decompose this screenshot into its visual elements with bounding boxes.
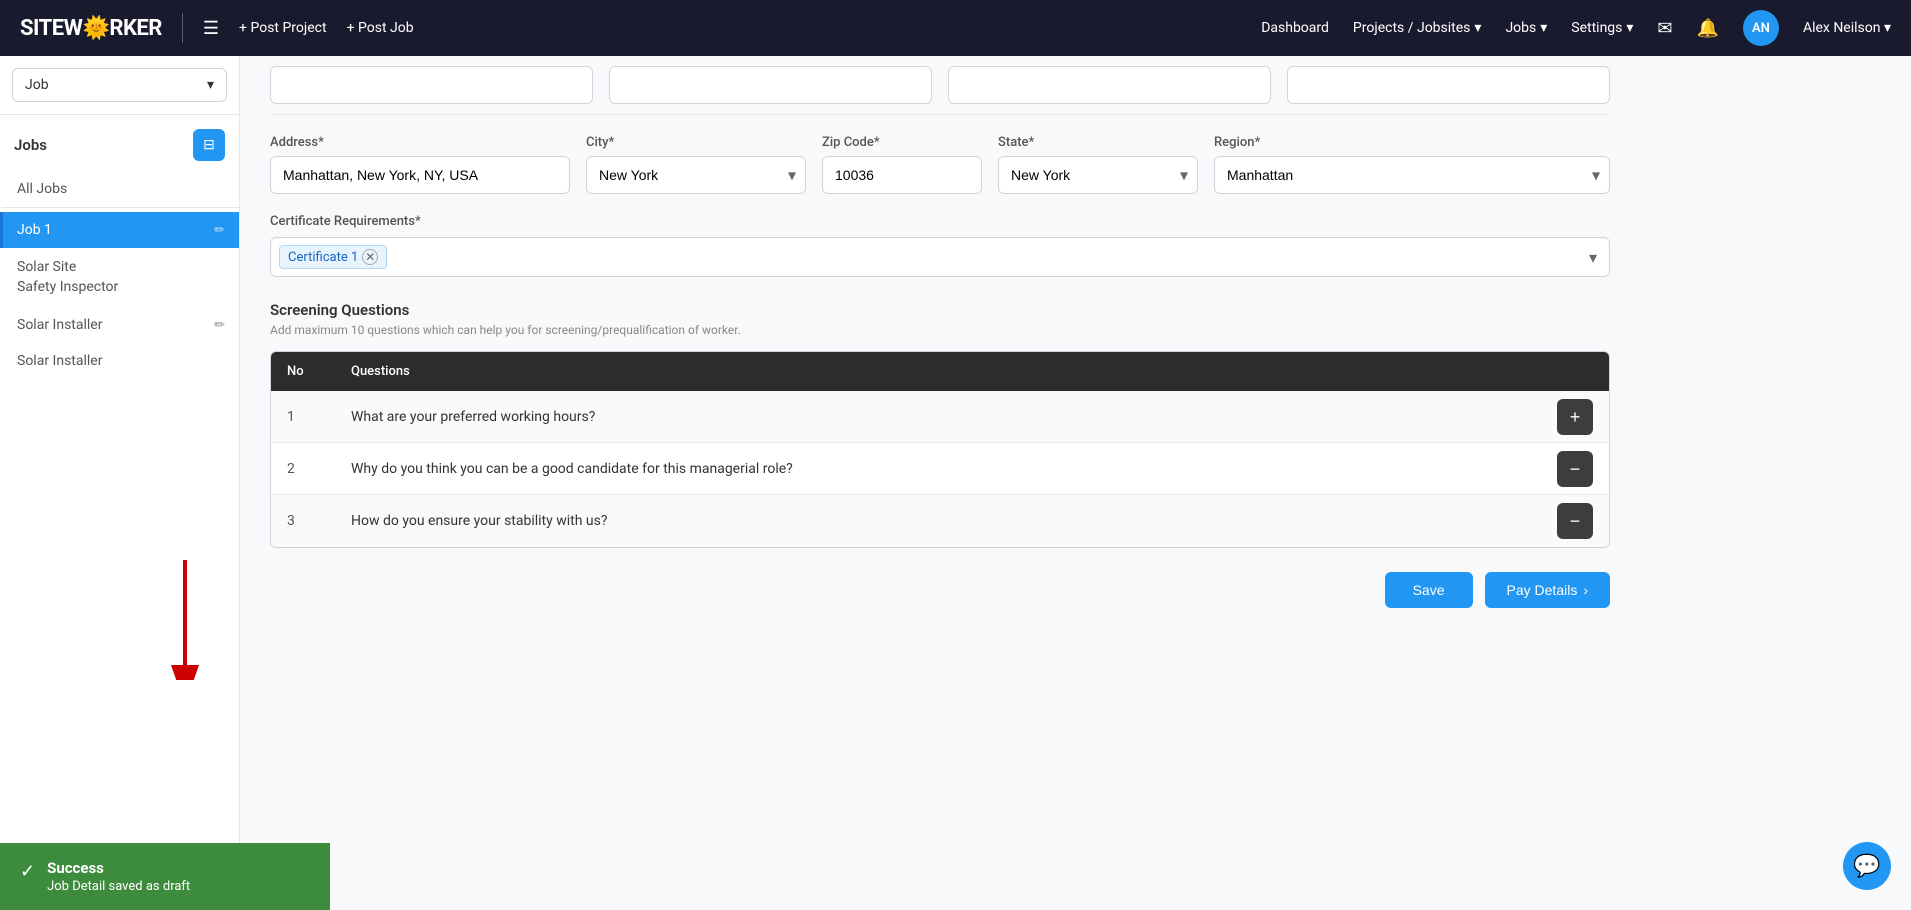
nav-projects-jobsites[interactable]: Projects / Jobsites ▾ bbox=[1353, 20, 1482, 36]
mail-icon[interactable]: ✉ bbox=[1657, 18, 1672, 39]
chevron-down-icon: ▾ bbox=[1626, 20, 1633, 36]
pay-details-button[interactable]: Pay Details › bbox=[1485, 572, 1610, 608]
chevron-right-icon: › bbox=[1583, 582, 1588, 598]
address-row: Address* City* New York Zip Code* bbox=[270, 135, 1610, 194]
cert-dropdown-arrow-icon: ▾ bbox=[1589, 248, 1597, 267]
address-group: Address* bbox=[270, 135, 570, 194]
chevron-down-icon: ▾ bbox=[1474, 20, 1481, 36]
main-layout: Job ▾ Jobs ⊟ All Jobs Job 1 ✏ Solar Site… bbox=[0, 56, 1911, 910]
success-toast: ✓ Success Job Detail saved as draft bbox=[0, 843, 330, 910]
checkmark-icon: ✓ bbox=[20, 861, 35, 882]
top-partial-fields bbox=[270, 56, 1610, 115]
nav-settings[interactable]: Settings ▾ bbox=[1571, 20, 1633, 36]
app-header: SITEW🌞RKER ☰ + Post Project + Post Job D… bbox=[0, 0, 1911, 56]
address-input[interactable] bbox=[270, 156, 570, 194]
post-project-link[interactable]: + Post Project bbox=[239, 20, 327, 36]
question-text-2: Why do you think you can be a good candi… bbox=[351, 461, 1541, 477]
chevron-down-icon: ▾ bbox=[207, 77, 214, 93]
main-nav: Dashboard Projects / Jobsites ▾ Jobs ▾ S… bbox=[1261, 10, 1891, 46]
region-select[interactable]: Manhattan bbox=[1214, 156, 1610, 194]
state-label: State* bbox=[998, 135, 1198, 150]
nav-jobs[interactable]: Jobs ▾ bbox=[1505, 20, 1547, 36]
screening-section: Screening Questions Add maximum 10 quest… bbox=[270, 301, 1610, 548]
save-button[interactable]: Save bbox=[1385, 572, 1473, 608]
zip-input[interactable] bbox=[822, 156, 982, 194]
toast-content: Success Job Detail saved as draft bbox=[47, 859, 190, 894]
region-select-wrapper: Manhattan bbox=[1214, 156, 1610, 194]
hamburger-icon[interactable]: ☰ bbox=[203, 18, 219, 39]
header-divider bbox=[182, 13, 183, 43]
partial-field-4 bbox=[1287, 66, 1610, 104]
edit-icon[interactable]: ✏ bbox=[214, 223, 225, 238]
state-select-wrapper: New York bbox=[998, 156, 1198, 194]
sidebar-item-solar-installer-1[interactable]: Solar Installer ✏ bbox=[0, 307, 239, 343]
toast-title: Success bbox=[47, 859, 190, 877]
chat-bubble-button[interactable]: 💬 bbox=[1843, 842, 1891, 890]
partial-field-1 bbox=[270, 66, 593, 104]
address-label: Address* bbox=[270, 135, 570, 150]
filter-icon: ⊟ bbox=[203, 137, 215, 153]
cert-input-row[interactable]: Certificate 1 ✕ ▾ bbox=[270, 237, 1610, 277]
chat-icon: 💬 bbox=[1853, 854, 1880, 879]
region-label: Region* bbox=[1214, 135, 1610, 150]
toast-message: Job Detail saved as draft bbox=[47, 879, 190, 894]
sidebar-item-all-jobs[interactable]: All Jobs bbox=[0, 171, 239, 208]
screening-title: Screening Questions bbox=[270, 301, 1610, 319]
bell-icon[interactable]: 🔔 bbox=[1697, 18, 1719, 39]
remove-question-button-3[interactable]: − bbox=[1557, 503, 1593, 539]
zip-label: Zip Code* bbox=[822, 135, 982, 150]
sidebar-item-solar-installer-2[interactable]: Solar Installer bbox=[0, 343, 239, 379]
cert-tag-close-button[interactable]: ✕ bbox=[362, 249, 378, 265]
city-label: City* bbox=[586, 135, 806, 150]
questions-table: No Questions 1 What are your preferred w… bbox=[270, 351, 1610, 548]
sidebar-jobs-header: Jobs ⊟ bbox=[0, 115, 239, 171]
edit-icon-2[interactable]: ✏ bbox=[214, 318, 225, 333]
nav-dashboard[interactable]: Dashboard bbox=[1261, 20, 1329, 36]
cert-label: Certificate Requirements* bbox=[270, 214, 1610, 229]
post-job-link[interactable]: + Post Job bbox=[347, 20, 414, 36]
partial-field-2 bbox=[609, 66, 932, 104]
sidebar-item-solar-safety[interactable]: Solar SiteSafety Inspector bbox=[0, 248, 239, 307]
sidebar-item-job1[interactable]: Job 1 ✏ bbox=[0, 212, 239, 248]
col-header-no: No bbox=[287, 364, 335, 379]
chevron-down-icon: ▾ bbox=[1540, 20, 1547, 36]
cert-tag: Certificate 1 ✕ bbox=[279, 245, 387, 269]
question-row-2: 2 Why do you think you can be a good can… bbox=[271, 443, 1609, 495]
question-row-3: 3 How do you ensure your stability with … bbox=[271, 495, 1609, 547]
question-number-1: 1 bbox=[287, 409, 335, 425]
col-header-questions: Questions bbox=[351, 364, 1593, 379]
certificate-section: Certificate Requirements* Certificate 1 … bbox=[270, 214, 1610, 277]
zip-group: Zip Code* bbox=[822, 135, 982, 194]
logo[interactable]: SITEW🌞RKER bbox=[20, 16, 162, 41]
state-select[interactable]: New York bbox=[998, 156, 1198, 194]
sidebar-jobs-title: Jobs bbox=[14, 136, 47, 154]
questions-table-header: No Questions bbox=[271, 352, 1609, 391]
user-name[interactable]: Alex Neilson ▾ bbox=[1803, 20, 1891, 36]
question-text-3: How do you ensure your stability with us… bbox=[351, 513, 1541, 529]
city-group: City* New York bbox=[586, 135, 806, 194]
question-text-1: What are your preferred working hours? bbox=[351, 409, 1541, 425]
question-row-1: 1 What are your preferred working hours?… bbox=[271, 391, 1609, 443]
sidebar-dropdown-container: Job ▾ bbox=[0, 56, 239, 115]
question-number-3: 3 bbox=[287, 513, 335, 529]
region-group: Region* Manhattan bbox=[1214, 135, 1610, 194]
filter-button[interactable]: ⊟ bbox=[193, 129, 225, 161]
screening-subtitle: Add maximum 10 questions which can help … bbox=[270, 323, 1610, 337]
footer-actions: Save Pay Details › bbox=[270, 572, 1610, 608]
sidebar-job-list: All Jobs Job 1 ✏ Solar SiteSafety Inspec… bbox=[0, 171, 239, 910]
state-group: State* New York bbox=[998, 135, 1198, 194]
content-area: Address* City* New York Zip Code* bbox=[240, 56, 1911, 910]
sidebar-type-select[interactable]: Job ▾ bbox=[12, 68, 227, 102]
partial-field-3 bbox=[948, 66, 1271, 104]
question-number-2: 2 bbox=[287, 461, 335, 477]
sidebar: Job ▾ Jobs ⊟ All Jobs Job 1 ✏ Solar Site… bbox=[0, 56, 240, 910]
add-question-button[interactable]: + bbox=[1557, 399, 1593, 435]
remove-question-button-2[interactable]: − bbox=[1557, 451, 1593, 487]
chevron-down-icon: ▾ bbox=[1884, 20, 1891, 36]
avatar[interactable]: AN bbox=[1743, 10, 1779, 46]
city-select-wrapper: New York bbox=[586, 156, 806, 194]
city-select[interactable]: New York bbox=[586, 156, 806, 194]
